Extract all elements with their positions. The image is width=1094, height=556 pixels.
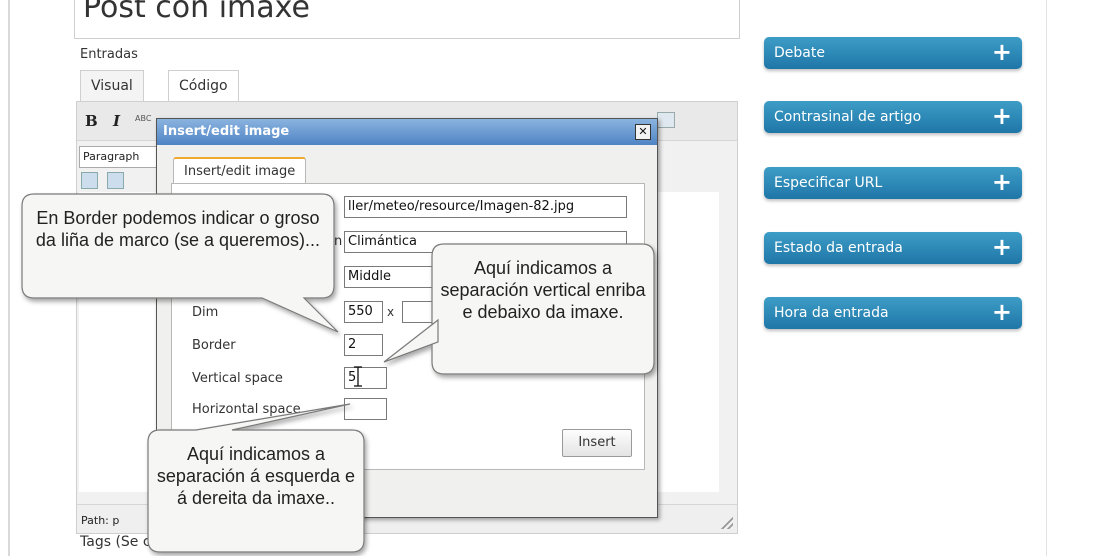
description-input[interactable]: Climántica [344, 231, 627, 253]
sidebar-box-contrasinal[interactable]: Contrasinal de artigo + [764, 101, 1022, 133]
sidebar-box-label: Hora da entrada [774, 305, 889, 321]
tags-hint: Tags (Se comas: tempo, clima) [80, 534, 296, 550]
sidebar-box-debate[interactable]: Debate + [764, 37, 1022, 69]
strikethrough-icon[interactable]: ABC [135, 114, 151, 123]
post-title-text: Post con imaxe [83, 0, 310, 25]
format-select[interactable]: Paragraph [79, 146, 162, 168]
insert-button[interactable]: Insert [562, 429, 632, 457]
horizontal-space-input[interactable] [344, 398, 387, 420]
image-url-input[interactable]: ller/meteo/resource/Imagen-82.jpg [344, 196, 627, 218]
italic-icon[interactable]: I [113, 112, 120, 130]
height-input[interactable] [402, 301, 441, 323]
sidebar-box-label: Debate [774, 45, 825, 61]
dialog-title: Insert/edit image [163, 124, 290, 139]
border-input[interactable]: 2 [344, 334, 383, 356]
vertical-space-label: Vertical space [192, 371, 283, 386]
description-label: n [334, 234, 343, 249]
kitchen-sink-icon[interactable] [657, 112, 675, 128]
plus-icon[interactable]: + [992, 38, 1012, 66]
sidebar-box-label: Estado da entrada [774, 240, 903, 256]
width-input[interactable]: 550 [344, 301, 383, 323]
plus-icon[interactable]: + [992, 168, 1012, 196]
plus-icon[interactable]: + [992, 298, 1012, 326]
border-label: Border [192, 338, 236, 353]
callout-border-text: En Border podemos indicar o groso da liñ… [35, 208, 321, 250]
sidebar-box-estado[interactable]: Estado da entrada + [764, 232, 1022, 264]
path-label: Path: p [81, 514, 120, 527]
sidebar-box-label: Contrasinal de artigo [774, 109, 922, 125]
right-divider [1046, 0, 1047, 556]
vertical-space-input[interactable]: 5 [344, 367, 387, 389]
dimensions-label: Dim [192, 305, 219, 320]
horizontal-space-label: Horizontal space [192, 402, 301, 417]
tab-visual[interactable]: Visual [80, 70, 144, 101]
sidebar-box-especificar-url[interactable]: Especificar URL + [764, 167, 1022, 199]
close-icon[interactable]: ✕ [635, 124, 651, 140]
plus-icon[interactable]: + [992, 233, 1012, 261]
left-divider [8, 0, 10, 556]
table-icon[interactable] [81, 172, 98, 189]
sidebar-box-hora[interactable]: Hora da entrada + [764, 297, 1022, 329]
plus-icon[interactable]: + [992, 102, 1012, 130]
tab-insert-edit-image[interactable]: Insert/edit image [173, 157, 307, 185]
callout-vertical-text: Aquí indicamos a separación vertical enr… [440, 258, 646, 322]
sidebar-box-label: Especificar URL [774, 175, 883, 191]
callout-horizontal-text: Aquí indicamos a separación á esquerda e… [156, 444, 356, 508]
post-title-field[interactable]: Post con imaxe [74, 0, 740, 39]
section-label: Entradas [80, 47, 138, 62]
resize-grip-icon[interactable] [721, 517, 733, 529]
paste-icon[interactable] [107, 172, 124, 189]
dimensions-separator: x [387, 305, 395, 319]
dialog-titlebar[interactable]: Insert/edit image ✕ [157, 119, 657, 145]
bold-icon[interactable]: B [85, 112, 98, 130]
tab-codigo[interactable]: Código [168, 70, 239, 101]
